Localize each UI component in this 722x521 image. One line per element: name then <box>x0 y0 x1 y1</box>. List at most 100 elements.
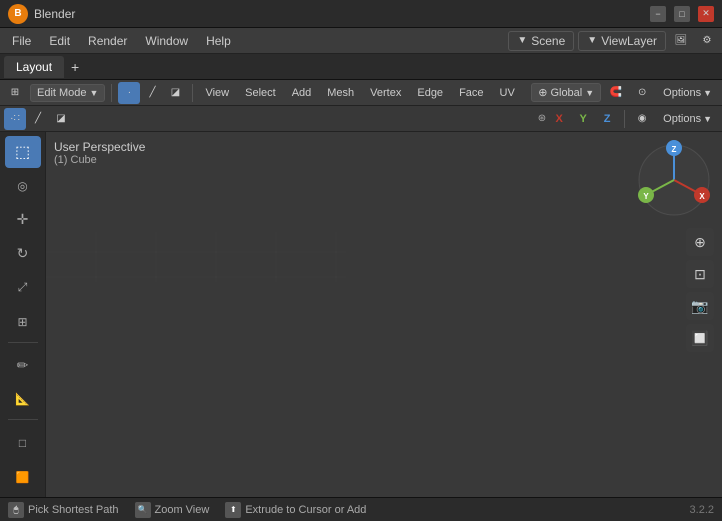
workspace-tabs: Layout + <box>0 54 722 79</box>
axis-constraints: ⊛ X Y Z <box>538 108 618 130</box>
transform-pivot-icon: ⊛ <box>538 113 546 124</box>
status-text-1: Pick Shortest Path <box>28 504 119 516</box>
mode-label: Edit Mode <box>37 87 87 99</box>
right-gizmo-buttons: ⊕ ⊡ 📷 🔲 <box>686 228 714 352</box>
perspective-toggle-button[interactable]: ⊕ <box>686 228 714 256</box>
view-layer-selector[interactable]: ▼ ViewLayer <box>578 31 666 51</box>
select-menu[interactable]: Select <box>239 85 282 101</box>
window-title: Blender <box>34 7 650 21</box>
move-tool-button[interactable]: ✛ <box>5 204 41 236</box>
status-text-3: Extrude to Cursor or Add <box>245 504 366 516</box>
menu-file[interactable]: File <box>4 32 39 50</box>
mouse-icon: 🖱 <box>8 502 24 518</box>
settings-icon[interactable]: ⚙ <box>696 30 718 52</box>
separator-1 <box>111 84 112 102</box>
render-view-button[interactable]: 🔲 <box>686 324 714 352</box>
overlay-icon[interactable]: ◉ <box>631 108 653 130</box>
sub-header: ·∷ ╱ ◪ ⊛ X Y Z ◉ Options ▼ <box>0 106 722 132</box>
add-workspace-button[interactable]: + <box>64 56 86 78</box>
scene-name: Scene <box>531 34 565 48</box>
svg-text:Y: Y <box>643 192 649 201</box>
proportional-edit-icon[interactable]: ⊙ <box>631 82 653 104</box>
options-button[interactable]: Options ▼ <box>657 85 718 101</box>
version-label: 3.2.2 <box>690 504 714 516</box>
minimize-button[interactable]: − <box>650 6 666 22</box>
cursor-tool-button[interactable]: ◎ <box>5 170 41 202</box>
object-name-label: (1) Cube <box>54 154 145 166</box>
options-header-button[interactable]: Options ▼ <box>657 111 718 127</box>
face-menu[interactable]: Face <box>453 85 489 101</box>
status-item-3: ⬆ Extrude to Cursor or Add <box>225 502 366 518</box>
separator-3 <box>624 110 625 128</box>
mode-dropdown-icon: ▼ <box>90 88 99 98</box>
scene-dropdown-icon: ▼ <box>517 35 527 46</box>
mode-selector[interactable]: Edit Mode ▼ <box>30 84 105 102</box>
scene-selector[interactable]: ▼ Scene <box>508 31 574 51</box>
blender-logo: B <box>8 4 28 24</box>
transform-orientation-label: Global <box>550 87 582 99</box>
viewport-gizmo[interactable]: Z X Y <box>634 140 714 220</box>
transform-tool-button[interactable]: ⊞ <box>5 306 41 338</box>
select-tool-button[interactable]: ⬚ <box>5 136 41 168</box>
tab-layout[interactable]: Layout <box>4 56 64 78</box>
maximize-button[interactable]: □ <box>674 6 690 22</box>
menu-window[interactable]: Window <box>137 32 196 50</box>
3d-viewport[interactable]: User Perspective (1) Cube Z X <box>46 132 722 497</box>
orthographic-toggle-button[interactable]: ⊡ <box>686 260 714 288</box>
perspective-label: User Perspective <box>54 140 145 154</box>
select-mode-group: · ╱ ◪ <box>118 82 186 104</box>
editor-type-icon[interactable]: ⊞ <box>4 82 26 104</box>
left-toolbar: ⬚ ◎ ✛ ↻ ⤢ ⊞ ✏ 📐 □ 🟧 <box>0 132 46 497</box>
scale-tool-button[interactable]: ⤢ <box>5 272 41 304</box>
viewport-header: ⊞ Edit Mode ▼ · ╱ ◪ View Select Add Mesh… <box>0 80 722 106</box>
zoom-icon: 🔍 <box>135 502 151 518</box>
status-item-2: 🔍 Zoom View <box>135 502 210 518</box>
extrude-tool-button[interactable]: 🟧 <box>5 461 41 493</box>
vertex-select-icon[interactable]: ·∷ <box>4 108 26 130</box>
svg-text:X: X <box>699 192 705 201</box>
uv-menu[interactable]: UV <box>494 85 521 101</box>
menu-help[interactable]: Help <box>198 32 239 50</box>
y-axis-btn[interactable]: Y <box>572 108 594 130</box>
status-text-2: Zoom View <box>155 504 210 516</box>
extrude-icon: ⬆ <box>225 502 241 518</box>
window-controls: − □ ✕ <box>650 6 714 22</box>
viewport-label: User Perspective (1) Cube <box>54 140 145 166</box>
separator-2 <box>192 84 193 102</box>
view-layer-name: ViewLayer <box>601 34 657 48</box>
edge-menu[interactable]: Edge <box>411 85 449 101</box>
annotate-tool-button[interactable]: ✏ <box>5 349 41 381</box>
z-axis-btn[interactable]: Z <box>596 108 618 130</box>
vertex-select-btn[interactable]: · <box>118 82 140 104</box>
menu-bar: File Edit Render Window Help ▼ Scene ▼ V… <box>0 28 722 54</box>
statusbar: 🖱 Pick Shortest Path 🔍 Zoom View ⬆ Extru… <box>0 497 722 521</box>
options-header-label: Options <box>663 113 701 125</box>
edge-select-icon[interactable]: ╱ <box>27 108 49 130</box>
view-layer-dropdown-icon: ▼ <box>587 35 597 46</box>
view-menu[interactable]: View <box>199 85 235 101</box>
add-menu[interactable]: Add <box>286 85 318 101</box>
svg-text:Z: Z <box>672 145 677 154</box>
face-select-btn[interactable]: ◪ <box>164 82 186 104</box>
mesh-select-icons: ·∷ ╱ ◪ <box>4 108 72 130</box>
mesh-menu[interactable]: Mesh <box>321 85 360 101</box>
menu-edit[interactable]: Edit <box>41 32 78 50</box>
add-cube-tool-button[interactable]: □ <box>5 427 41 459</box>
main-area: ⬚ ◎ ✛ ↻ ⤢ ⊞ ✏ 📐 □ 🟧 <box>0 132 722 497</box>
measure-tool-button[interactable]: 📐 <box>5 383 41 415</box>
render-icon[interactable]: 🖼 <box>670 30 692 52</box>
options-label: Options <box>663 87 701 99</box>
snap-icon[interactable]: 🧲 <box>605 82 627 104</box>
transform-orientation[interactable]: ⊕ Global ▼ <box>531 83 601 102</box>
transform-orientation-icon: ⊕ <box>538 86 547 99</box>
rotate-tool-button[interactable]: ↻ <box>5 238 41 270</box>
status-item-1: 🖱 Pick Shortest Path <box>8 502 119 518</box>
close-button[interactable]: ✕ <box>698 6 714 22</box>
edge-select-btn[interactable]: ╱ <box>141 82 163 104</box>
menu-render[interactable]: Render <box>80 32 135 50</box>
titlebar: B Blender − □ ✕ <box>0 0 722 28</box>
camera-view-button[interactable]: 📷 <box>686 292 714 320</box>
vertex-menu[interactable]: Vertex <box>364 85 407 101</box>
face-select-icon[interactable]: ◪ <box>50 108 72 130</box>
x-axis-btn[interactable]: X <box>548 108 570 130</box>
